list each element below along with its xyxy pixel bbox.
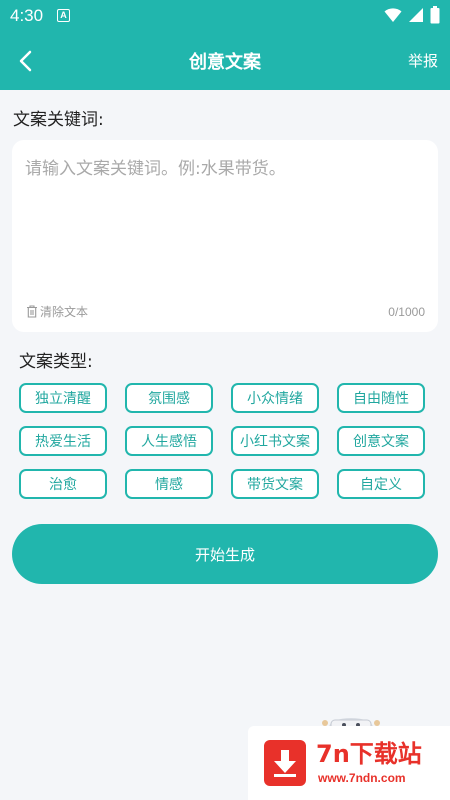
wifi-icon [384, 8, 402, 22]
keyword-input[interactable] [25, 154, 425, 284]
type-chip[interactable]: 创意文案 [337, 426, 425, 456]
type-chip[interactable]: 自定义 [337, 469, 425, 499]
watermark: 7n下载站 www.7ndn.com [248, 726, 450, 800]
watermark-url: www.7ndn.com [318, 771, 406, 785]
type-chip[interactable]: 小众情绪 [231, 383, 319, 413]
keywords-label: 文案关键词: [13, 110, 104, 130]
clear-text-label: 清除文本 [40, 305, 89, 319]
type-chip[interactable]: 自由随性 [337, 383, 425, 413]
type-chip[interactable]: 氛围感 [125, 383, 213, 413]
clear-text-button[interactable]: 清除文本 [26, 303, 88, 320]
type-chip[interactable]: 小红书文案 [231, 426, 319, 456]
type-chip[interactable]: 热爱生活 [19, 426, 107, 456]
type-chip[interactable]: 独立清醒 [19, 383, 107, 413]
type-chip[interactable]: 情感 [125, 469, 213, 499]
page-title: 创意文案 [189, 52, 261, 73]
app-bar: 创意文案 举报 [0, 32, 450, 90]
type-chip[interactable]: 治愈 [19, 469, 107, 499]
status-bar: 4:30 A [0, 0, 450, 32]
report-button[interactable]: 举报 [408, 50, 438, 71]
notification-badge-icon: A [57, 9, 70, 22]
trash-icon [27, 305, 37, 318]
battery-icon [430, 6, 440, 24]
copy-type-label: 文案类型: [19, 352, 93, 372]
type-chip[interactable]: 带货文案 [231, 469, 319, 499]
status-icons [384, 6, 440, 24]
status-time: 4:30 [10, 6, 44, 25]
char-count: 0/1000 [388, 305, 425, 319]
signal-icon [409, 8, 423, 22]
type-chip[interactable]: 人生感悟 [125, 426, 213, 456]
watermark-name: 7n下载站 [316, 740, 422, 768]
start-generate-button[interactable]: 开始生成 [12, 524, 438, 584]
download-logo-icon [264, 740, 306, 786]
keyword-input-card: 清除文本 0/1000 [12, 140, 438, 332]
